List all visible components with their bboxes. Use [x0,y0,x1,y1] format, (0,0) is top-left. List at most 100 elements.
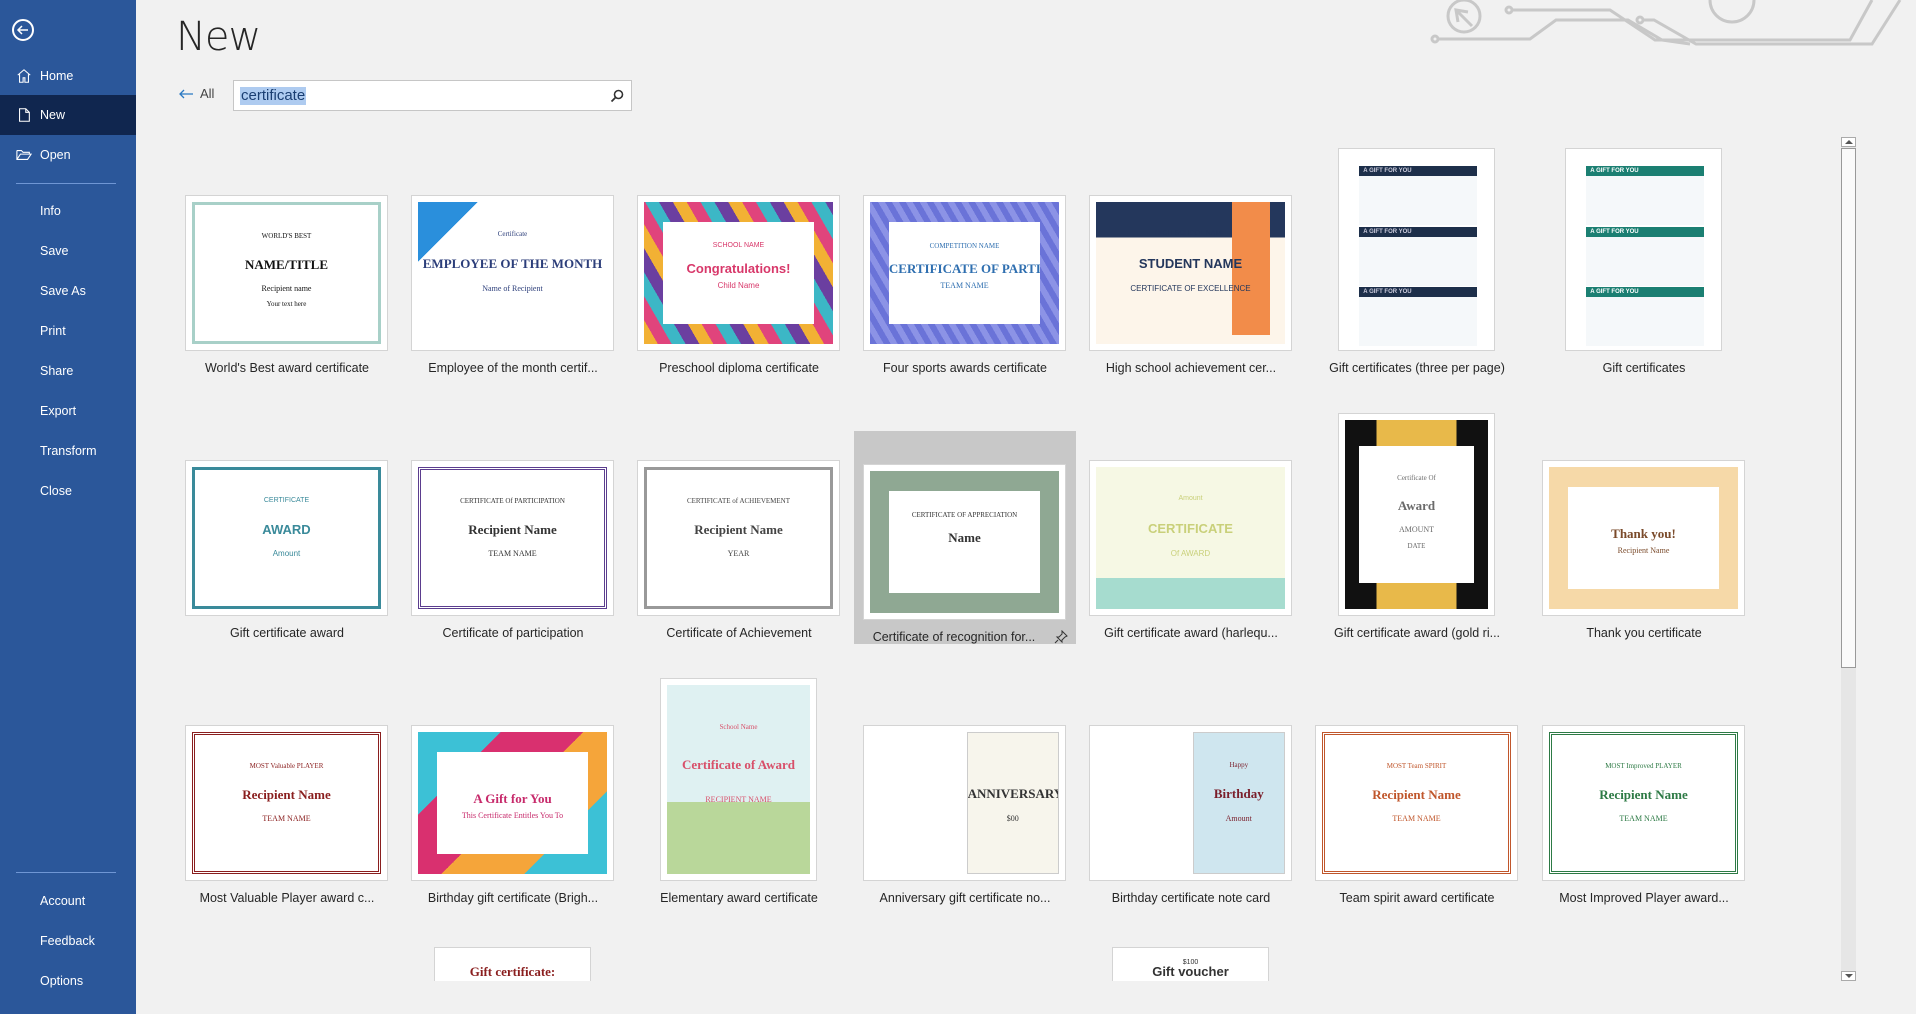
sidebar-item-label: Home [40,69,74,83]
template-thumbnail: A GIFT FOR YOU A GIFT FOR YOU A GIFT FOR Y… [1338,148,1495,351]
template-card[interactable]: CERTIFICATE OF APPRECIATION Name Certifica… [854,431,1076,644]
pin-icon[interactable] [1054,629,1068,644]
sidebar-item-save-as[interactable]: Save As [0,271,136,311]
thumbnail-text-main: Recipient Name [242,786,331,802]
template-card[interactable]: SCHOOL NAME Congratulations! Child Name Pre… [628,191,850,404]
template-card[interactable]: COMPETITION NAME CERTIFICATE OF PARTICIPA… [854,191,1076,404]
template-card[interactable]: CERTIFICATE AWARD Amount Gift certificate a… [176,456,398,669]
thumbnail-text-sub2: DATE [1407,541,1426,550]
thumbnail-art: A GIFT FOR YOU A GIFT FOR YOU A GIFT FOR Y… [1572,155,1715,347]
sidebar-item-label: Account [40,894,86,908]
template-label: Most Valuable Player award c... [199,891,375,905]
thumbnail-text-top: Amount [1178,495,1203,503]
new-document-icon [15,106,33,124]
scroll-up-button[interactable] [1841,137,1856,147]
scrollbar-thumb[interactable] [1841,148,1856,668]
template-card[interactable]: Certificate EMPLOYEE OF THE MONTH Name of … [402,191,624,404]
thumbnail-art: $100 Gift voucher [1119,954,1262,980]
template-card[interactable]: MOST Improved PLAYER Recipient Name TEAM N… [1533,721,1755,934]
thumbnail-text-sub: CERTIFICATE OF EXCELLENCE [1130,284,1251,294]
gift-voucher-block: A GIFT FOR YOU [1586,226,1704,286]
thumbnail-art: MOST Team SPIRIT Recipient Name TEAM NAME [1322,732,1511,874]
template-card[interactable]: $100 Gift voucher [1080,943,1302,981]
thumbnail-text-sub: TEAM NAME [940,281,989,291]
template-card[interactable]: Certificate Of Award AMOUNT DATE Gift certif… [1306,409,1528,640]
folder-open-icon [15,146,33,164]
gift-voucher-title: A GIFT FOR YOU [1590,228,1639,235]
template-card[interactable]: A GIFT FOR YOU A GIFT FOR YOU A GIFT FOR Y… [1533,144,1755,375]
template-card[interactable]: Amount CERTIFICATE Of AWARD Gift certificat… [1080,456,1302,669]
sidebar-item-share[interactable]: Share [0,351,136,391]
template-label: Gift certificate award (harlequ... [1104,626,1278,640]
search-input[interactable]: certificate [233,80,632,111]
template-card[interactable]: MOST Team SPIRIT Recipient Name TEAM NAME T… [1306,721,1528,934]
template-thumbnail: MOST Valuable PLAYER Recipient Name TEAM N… [185,725,388,881]
template-card[interactable]: Thank you! Recipient Name Thank you certif… [1533,456,1755,669]
sidebar-item-print[interactable]: Print [0,311,136,351]
sidebar-item-transform[interactable]: Transform [0,431,136,471]
thumbnail-panel: Thank you! Recipient Name [1567,486,1720,590]
sidebar-item-open[interactable]: Open [0,135,136,175]
sidebar-item-new[interactable]: New [0,95,136,135]
thumbnail-art: MOST Improved PLAYER Recipient Name TEAM N… [1549,732,1738,874]
template-card[interactable]: CERTIFICATE Of PARTICIPATION Recipient Na… [402,456,624,669]
template-card[interactable]: HIGH SCHOOL NAME STUDENT NAME CERTIFICATE … [1080,191,1302,404]
sidebar-item-close[interactable]: Close [0,471,136,511]
thumbnail-text-top: CERTIFICATE OF APPRECIATION [911,511,1018,520]
gift-voucher-title: A GIFT FOR YOU [1363,289,1412,296]
template-label: Gift certificate award [230,626,344,640]
thumbnail-text-main: CERTIFICATE [1148,520,1233,536]
gift-voucher-block: A GIFT FOR YOU [1586,287,1704,347]
template-card[interactable]: A GIFT FOR YOU A GIFT FOR YOU A GIFT FOR Y… [1306,144,1528,375]
template-card[interactable]: School Name Certificate of Award RECIPIENT… [628,674,850,905]
sidebar-item-feedback[interactable]: Feedback [0,921,136,961]
thumbnail-text-top: WORLD'S BEST [261,232,312,241]
template-label: Certificate of participation [442,626,584,640]
sidebar-item-save[interactable]: Save [0,231,136,271]
sidebar-item-export[interactable]: Export [0,391,136,431]
template-thumbnail: SCHOOL NAME Congratulations! Child Name [637,195,840,351]
template-thumbnail: HIGH SCHOOL NAME STUDENT NAME CERTIFICATE … [1089,195,1292,351]
thumbnail-text-sub: $00 [1006,814,1019,824]
template-thumbnail: CERTIFICATE AWARD Amount [185,460,388,616]
sidebar-item-label: Export [40,404,77,418]
template-card[interactable]: WORLD'S BEST NAME/TITLE Recipient name Your… [176,191,398,404]
template-thumbnail: CERTIFICATE OF APPRECIATION Name [863,464,1066,620]
template-card[interactable]: ANNIVERSARY $00 Anniversary gift certifica… [854,721,1076,934]
thumbnail-art: CERTIFICATE OF APPRECIATION Name [870,471,1059,613]
template-label: Certificate of recognition for... [872,630,1036,644]
sidebar-item-info[interactable]: Info [0,191,136,231]
thumbnail-text-sub: TEAM NAME [1619,813,1668,823]
vertical-scrollbar[interactable] [1841,137,1856,981]
thumbnail-text-sub: AMOUNT [1398,525,1435,535]
template-card[interactable]: A Gift for You This Certificate Entitles … [402,721,624,934]
thumbnail-art: ANNIVERSARY $00 [966,732,1059,874]
search-icon[interactable] [609,88,625,104]
template-label: Four sports awards certificate [883,361,1047,375]
thumbnail-text-top: CERTIFICATE [263,497,310,505]
thumbnail-text-sub: TEAM NAME [488,548,537,558]
template-thumbnail: WORLD'S BEST NAME/TITLE Recipient name Your… [185,195,388,351]
thumbnail-text-top: MOST Team SPIRIT [1386,762,1447,771]
sidebar-item-account[interactable]: Account [0,881,136,921]
template-thumbnail: Certificate EMPLOYEE OF THE MONTH Name of … [411,195,614,351]
template-card[interactable]: MOST Valuable PLAYER Recipient Name TEAM N… [176,721,398,934]
sidebar-item-options[interactable]: Options [0,961,136,1001]
sidebar-item-home[interactable]: Home [0,56,136,96]
template-label: Gift certificates [1602,361,1686,375]
all-templates-link[interactable]: All [178,86,214,101]
template-label: Anniversary gift certificate no... [879,891,1051,905]
thumbnail-text-sub: TEAM NAME [1392,813,1441,823]
gift-voucher-block: A GIFT FOR YOU [1359,226,1477,286]
template-label: High school achievement cer... [1105,361,1277,375]
template-card[interactable]: Happy Birthday Amount Birthday certificate … [1080,721,1302,934]
thumbnail-text-main: Recipient Name [1599,786,1688,802]
thumbnail-text-main: Congratulations! [686,260,791,276]
back-button[interactable] [12,19,34,41]
template-card[interactable]: CERTIFICATE of ACHIEVEMENT Recipient Name… [628,456,850,669]
thumbnail-text-main: Recipient Name [468,521,557,537]
template-card[interactable]: Gift certificate: [402,943,624,981]
template-label: Elementary award certificate [660,891,818,905]
thumbnail-text-main: A Gift for You [473,790,552,806]
scroll-down-button[interactable] [1841,971,1856,981]
